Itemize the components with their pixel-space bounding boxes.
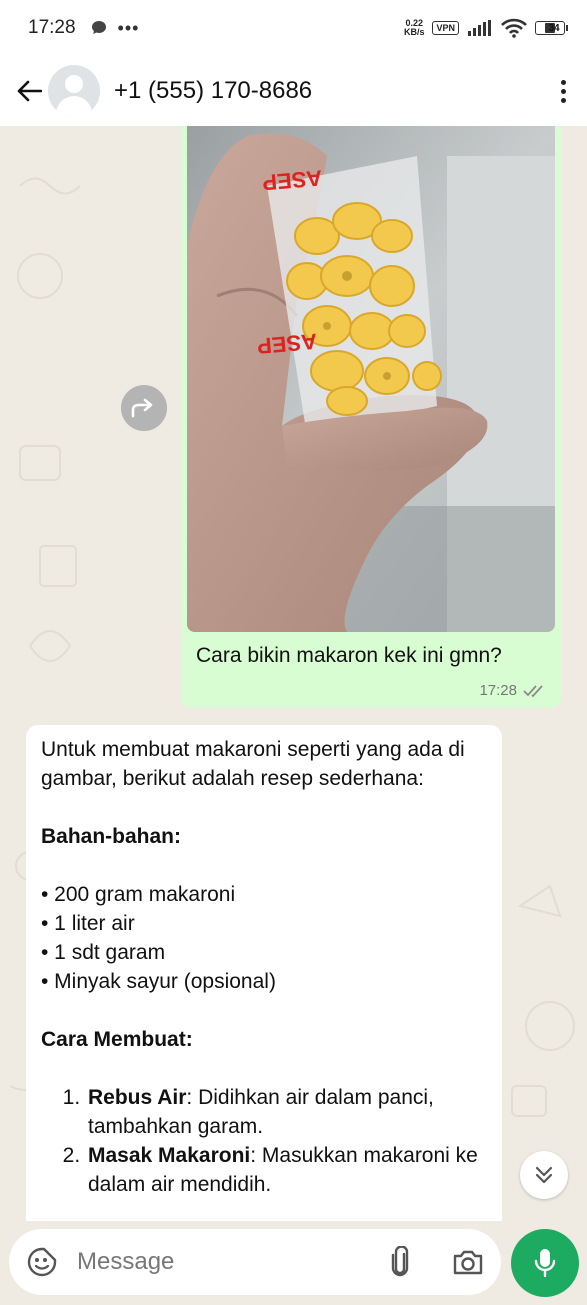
double-chevron-down-icon: [535, 1166, 553, 1184]
battery-icon: 34: [535, 21, 568, 35]
chat-header: +1 (555) 170-8686: [0, 56, 587, 126]
message-input-bar: Message: [0, 1221, 587, 1305]
double-check-icon: [523, 684, 543, 697]
outgoing-message[interactable]: ASEP ASEP Cara bikin makaron kek ini gmn…: [181, 126, 561, 708]
back-arrow-icon[interactable]: [14, 76, 44, 106]
svg-text:ASEP: ASEP: [256, 329, 318, 359]
more-options-icon[interactable]: [553, 79, 573, 103]
microphone-button[interactable]: [511, 1229, 579, 1297]
microphone-icon: [534, 1249, 556, 1278]
macaroni-bag-photo: ASEP ASEP: [187, 126, 555, 632]
ingredient-item: • 200 gram makaroni: [41, 883, 236, 906]
ingredient-item: • 1 sdt garam: [41, 941, 166, 964]
sticker-emoji-icon[interactable]: [25, 1245, 59, 1279]
camera-icon[interactable]: [451, 1245, 485, 1279]
chat-area[interactable]: ASEP ASEP Cara bikin makaron kek ini gmn…: [0, 126, 587, 1221]
svg-text:ASEP: ASEP: [261, 165, 323, 195]
message-input[interactable]: Message: [9, 1229, 501, 1295]
signal-icon: [468, 20, 491, 36]
message-placeholder[interactable]: Message: [77, 1248, 383, 1276]
attach-icon[interactable]: [383, 1245, 417, 1279]
message-intro: Untuk membuat makaroni seperti yang ada …: [41, 738, 465, 790]
chat-notification-icon: [91, 21, 106, 34]
network-speed: 0.22 KB/s: [403, 18, 425, 37]
message-time: 17:28: [479, 682, 517, 699]
scroll-to-bottom-button[interactable]: [520, 1151, 568, 1199]
step-item: Masak Makaroni: Masukkan makaroni ke dal…: [86, 1141, 487, 1199]
ingredient-item: • Minyak sayur (opsional): [41, 970, 276, 993]
status-bar: 17:28 ••• 0.22 KB/s VPN 34: [0, 0, 587, 56]
forward-button[interactable]: [121, 385, 167, 431]
contact-title[interactable]: +1 (555) 170-8686: [114, 77, 312, 105]
steps-list: Rebus Air: Didihkan air dalam panci, tam…: [41, 1083, 487, 1199]
message-meta: 17:28: [479, 682, 547, 699]
forward-icon: [131, 398, 153, 418]
more-notifications-icon: •••: [117, 17, 140, 38]
incoming-message[interactable]: Untuk membuat makaroni seperti yang ada …: [26, 725, 502, 1221]
wifi-icon: [501, 18, 527, 38]
message-caption: Cara bikin makaron kek ini gmn?: [196, 644, 502, 667]
ingredient-item: • 1 liter air: [41, 912, 135, 935]
vpn-badge: VPN: [432, 21, 459, 35]
contact-avatar[interactable]: [48, 65, 100, 117]
status-time: 17:28: [28, 17, 76, 38]
ingredients-title: Bahan-bahan:: [41, 825, 182, 848]
steps-title: Cara Membuat:: [41, 1028, 193, 1051]
message-photo[interactable]: ASEP ASEP: [187, 126, 555, 632]
step-item: Rebus Air: Didihkan air dalam panci, tam…: [86, 1083, 487, 1141]
